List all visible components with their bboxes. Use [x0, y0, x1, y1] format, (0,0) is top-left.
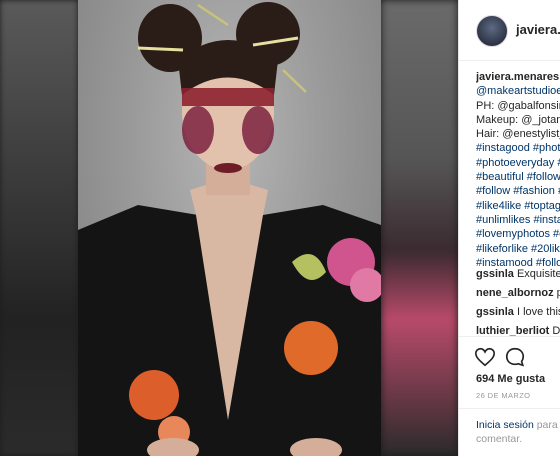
comment: gssinla I love this: [476, 303, 560, 322]
header-username[interactable]: javiera.m: [516, 22, 560, 37]
caption-credit: Hair: @enestylist_: [476, 127, 560, 141]
likes-count[interactable]: 694 Me gusta: [476, 373, 545, 385]
caption-credit-text: Makeup: @_jotam: [476, 113, 560, 126]
comment: nene_albornoz pa: [476, 284, 560, 303]
post-side-panel: javiera.m javiera.menares S @makeartstud…: [458, 0, 560, 456]
caption-hashtags[interactable]: #follow #fashion #: [476, 184, 560, 198]
post-photo[interactable]: [78, 0, 381, 456]
login-prompt: Inicia sesión para comentar.: [476, 418, 560, 446]
caption-credit: PH: @gabalfonsin: [476, 99, 560, 113]
comment-text: pa: [556, 287, 560, 299]
login-prompt-text: para: [533, 419, 558, 431]
caption-credit: Makeup: @_jotam: [476, 113, 560, 127]
avatar[interactable]: [476, 15, 508, 47]
caption-hashtags[interactable]: #unlimlikes #insta: [476, 213, 560, 227]
heart-icon[interactable]: [474, 346, 496, 368]
login-footer: Inicia sesión para comentar.: [459, 408, 560, 457]
comment-username[interactable]: gssinla: [476, 268, 514, 280]
comments-list: gssinla Exquisite nene_albornoz pa gssin…: [476, 265, 560, 341]
caption-hashtags[interactable]: #photoeveryday #: [476, 156, 560, 170]
login-prompt-text: comentar.: [476, 433, 523, 445]
caption-hashtags[interactable]: #like4like #toptag: [476, 199, 560, 213]
caption-line: javiera.menares S: [476, 70, 560, 84]
blurred-photo-background-right: [381, 0, 458, 456]
comment-username[interactable]: gssinla: [476, 306, 514, 318]
caption-credit-text: Hair: @enestylist_: [476, 128, 560, 141]
caption: javiera.menares S @makeartstudioes PH: @…: [476, 70, 560, 270]
caption-hashtags[interactable]: #lovemyphotos #c: [476, 227, 560, 241]
login-link[interactable]: Inicia sesión: [476, 419, 534, 431]
caption-hashtags[interactable]: #instagood #phot: [476, 141, 560, 155]
caption-hashtags[interactable]: #likeforlike #20lik: [476, 242, 560, 256]
caption-credit-text: PH: @gabalfonsin: [476, 99, 560, 112]
comment-username[interactable]: nene_albornoz: [476, 287, 554, 299]
blurred-photo-background-left: [0, 0, 78, 456]
caption-hashtags[interactable]: #beautiful #follow: [476, 170, 560, 184]
caption-mention[interactable]: @makeartstudioes: [476, 84, 560, 98]
caption-username[interactable]: javiera.menares: [476, 71, 559, 83]
portrait-illustration: [78, 2, 381, 456]
post-header: javiera.m: [459, 0, 560, 61]
comment-text: Exquisite: [513, 268, 560, 280]
post-photo-area[interactable]: [0, 0, 458, 456]
comment-icon[interactable]: [504, 346, 526, 368]
comment: gssinla Exquisite: [476, 265, 560, 284]
post-actions: 694 Me gusta 26 DE MARZO: [459, 336, 560, 409]
post-date: 26 DE MARZO: [476, 391, 531, 400]
comment-text: I love this: [513, 306, 560, 318]
